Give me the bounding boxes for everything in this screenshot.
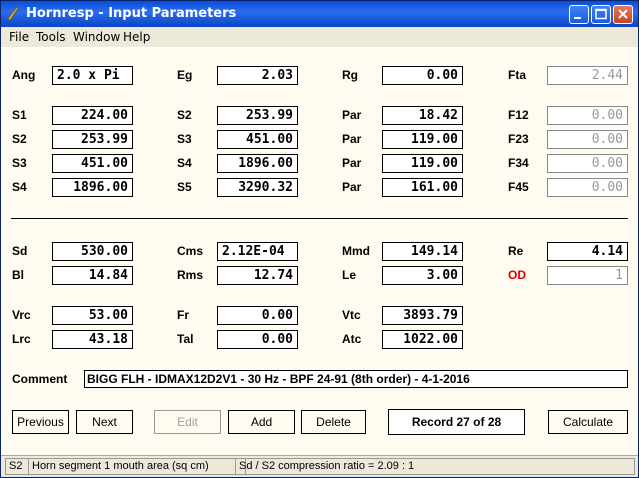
minimize-icon [574,17,581,19]
fr-field[interactable]: 0.00 [217,306,298,325]
fta-field[interactable]: 2.44 [547,66,628,85]
comment-label: Comment [12,372,68,386]
f23-label: F23 [508,132,529,146]
atc-field[interactable]: 1022.00 [382,330,463,349]
status-bar: S2 Horn segment 1 mouth area (sq cm) Sd … [1,455,638,477]
par1-field[interactable]: 18.42 [382,106,463,125]
s5-field[interactable]: 3290.32 [217,178,298,197]
eg-field[interactable]: 2.03 [217,66,298,85]
eg-label: Eg [177,68,193,82]
f45-field[interactable]: 0.00 [547,178,628,197]
next-button[interactable]: Next [76,410,133,434]
vrc-label: Vrc [12,308,31,322]
record-indicator: Record 27 of 28 [388,409,525,435]
s5-label: S5 [177,180,192,194]
s2-field[interactable]: 253.99 [217,106,298,125]
menu-bar: File Tools Window Help [1,27,638,48]
atc-label: Atc [342,332,362,346]
sd-field[interactable]: 530.00 [52,242,133,261]
par4-label: Par [342,180,362,194]
maximize-icon [595,8,607,20]
vtc-label: Vtc [342,308,361,322]
f12-label: F12 [508,108,529,122]
s4-field[interactable]: 1896.00 [217,154,298,173]
ang-label: Ang [12,68,36,82]
par2-field[interactable]: 119.00 [382,130,463,149]
s3-label: S3 [177,132,192,146]
s3-field[interactable]: 451.00 [217,130,298,149]
title-bar: Hornresp - Input Parameters [1,1,638,27]
edit-button[interactable]: Edit [154,410,221,434]
le-label: Le [342,268,357,282]
rms-field[interactable]: 12.74 [217,266,298,285]
tal-label: Tal [177,332,194,346]
add-button[interactable]: Add [228,410,295,434]
f34-label: F34 [508,156,529,170]
rms-label: Rms [177,268,204,282]
par4-field[interactable]: 161.00 [382,178,463,197]
mmd-field[interactable]: 149.14 [382,242,463,261]
cms-field[interactable]: 2.12E-04 [217,242,298,261]
f45-label: F45 [508,180,529,194]
s4-row-field[interactable]: 1896.00 [52,178,133,197]
menu-file[interactable]: File [9,30,29,44]
close-icon [618,9,628,19]
lrc-field[interactable]: 43.18 [52,330,133,349]
f12-field[interactable]: 0.00 [547,106,628,125]
rg-label: Rg [342,68,358,82]
le-field[interactable]: 3.00 [382,266,463,285]
fta-label: Fta [508,68,526,82]
par1-label: Par [342,108,362,122]
menu-tools[interactable]: Tools [36,30,66,44]
rg-field[interactable]: 0.00 [382,66,463,85]
s1-label: S1 [12,108,27,122]
delete-button[interactable]: Delete [301,410,366,434]
lrc-label: Lrc [12,332,31,346]
par3-field[interactable]: 119.00 [382,154,463,173]
app-icon [7,6,19,21]
vrc-field[interactable]: 53.00 [52,306,133,325]
status-compression-ratio: Sd / S2 compression ratio = 2.09 : 1 [235,458,635,475]
s3-row-field[interactable]: 451.00 [52,154,133,173]
vtc-field[interactable]: 3893.79 [382,306,463,325]
sd-label: Sd [12,244,28,258]
close-button[interactable] [613,5,633,24]
previous-button[interactable]: Previous [12,410,69,434]
minimize-button[interactable] [569,5,589,24]
menu-help[interactable]: Help [123,30,150,44]
s2-row-label: S2 [12,132,27,146]
par3-label: Par [342,156,362,170]
s4-row-label: S4 [12,180,27,194]
re-label: Re [508,244,524,258]
cms-label: Cms [177,244,204,258]
main-window: Hornresp - Input Parameters File Tools W… [0,0,639,478]
re-field[interactable]: 4.14 [547,242,628,261]
s2-row-field[interactable]: 253.99 [52,130,133,149]
window-title: Hornresp - Input Parameters [26,6,237,21]
s3-row-label: S3 [12,156,27,170]
menu-window[interactable]: Window [73,30,120,44]
s2-label: S2 [177,108,192,122]
tal-field[interactable]: 0.00 [217,330,298,349]
s1-field[interactable]: 224.00 [52,106,133,125]
od-field[interactable]: 1 [547,266,628,285]
fr-label: Fr [177,308,189,322]
status-field-name: S2 [5,458,29,475]
s4-label: S4 [177,156,192,170]
bl-field[interactable]: 14.84 [52,266,133,285]
comment-field[interactable]: BIGG FLH - IDMAX12D2V1 - 30 Hz - BPF 24-… [84,370,628,388]
status-description: Horn segment 1 mouth area (sq cm) [28,458,246,475]
bl-label: Bl [12,268,24,282]
f34-field[interactable]: 0.00 [547,154,628,173]
ang-field[interactable]: 2.0 x Pi [52,66,133,85]
f23-field[interactable]: 0.00 [547,130,628,149]
par2-label: Par [342,132,362,146]
maximize-button[interactable] [591,5,611,24]
section-divider [11,218,628,219]
od-label: OD [508,268,526,282]
calculate-button[interactable]: Calculate [548,410,628,434]
mmd-label: Mmd [342,244,370,258]
